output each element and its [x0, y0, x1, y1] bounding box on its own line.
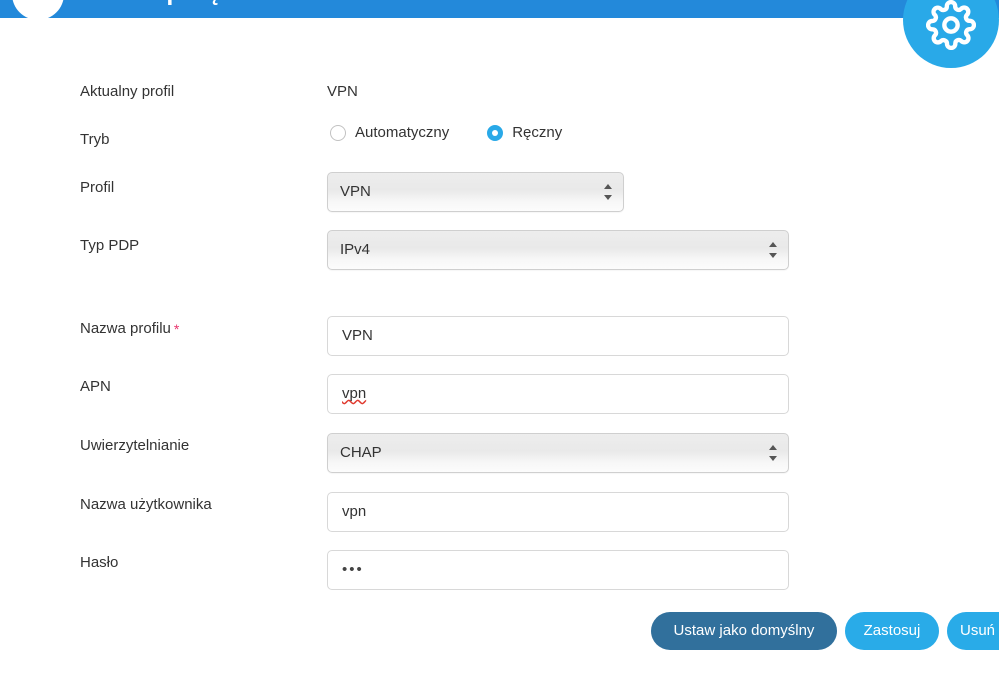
radio-manual-label: Ręczny [512, 124, 562, 141]
row-current-profile: Aktualny profil VPN [0, 82, 999, 130]
mode-label: Tryb [80, 130, 109, 150]
current-profile-label: Aktualny profil [80, 82, 174, 102]
required-marker: * [174, 321, 179, 337]
apn-label: APN [80, 377, 111, 397]
chevron-updown-icon [769, 443, 778, 463]
gear-icon [926, 0, 976, 50]
password-label: Hasło [80, 553, 118, 573]
pdp-type-label: Typ PDP [80, 236, 139, 256]
row-apn: APN vpn [0, 377, 999, 425]
username-input[interactable]: vpn [327, 492, 789, 532]
mode-radio-group: Automatyczny Ręczny [330, 124, 600, 141]
authentication-select-value: CHAP [340, 444, 382, 461]
profile-name-input[interactable]: VPN [327, 316, 789, 356]
radio-automatic-label: Automatyczny [355, 124, 449, 141]
apply-button[interactable]: Zastosuj [845, 612, 939, 650]
row-password: Hasło ••• [0, 553, 999, 601]
header-logo-circle [12, 0, 64, 20]
profile-label: Profil [80, 178, 114, 198]
row-mode: Tryb Automatyczny Ręczny [0, 130, 999, 178]
authentication-label: Uwierzytelnianie [80, 436, 189, 456]
settings-badge[interactable] [903, 0, 999, 68]
username-label: Nazwa użytkownika [80, 495, 212, 515]
profile-name-label: Nazwa profilu* [80, 319, 179, 339]
pdp-type-select-value: IPv4 [340, 241, 370, 258]
apn-input[interactable]: vpn [327, 374, 789, 414]
radio-mode-automatic[interactable]: Automatyczny [330, 124, 449, 141]
radio-automatic-indicator [330, 125, 346, 141]
set-default-button[interactable]: Ustaw jako domyślny [651, 612, 837, 650]
row-authentication: Uwierzytelnianie CHAP [0, 436, 999, 484]
chevron-updown-icon [604, 182, 613, 202]
apn-input-value: vpn [342, 385, 366, 402]
profile-select-value: VPN [340, 183, 371, 200]
radio-manual-indicator [487, 125, 503, 141]
row-profile-name: Nazwa profilu* VPN [0, 319, 999, 367]
row-profile: Profil VPN [0, 178, 999, 226]
row-pdp-type: Typ PDP IPv4 [0, 236, 999, 284]
radio-mode-manual[interactable]: Ręczny [487, 124, 562, 141]
authentication-select[interactable]: CHAP [327, 433, 789, 473]
password-input[interactable]: ••• [327, 550, 789, 590]
chevron-updown-icon [769, 240, 778, 260]
page-header: Profile połączeń [0, 0, 999, 18]
password-masked-value: ••• [342, 561, 364, 578]
pdp-type-select[interactable]: IPv4 [327, 230, 789, 270]
delete-button[interactable]: Usuń [947, 612, 999, 650]
current-profile-value: VPN [327, 82, 358, 102]
row-username: Nazwa użytkownika vpn [0, 495, 999, 543]
page-title: Profile połączeń [80, 0, 275, 7]
profile-name-label-text: Nazwa profilu [80, 320, 171, 337]
profile-select[interactable]: VPN [327, 172, 624, 212]
